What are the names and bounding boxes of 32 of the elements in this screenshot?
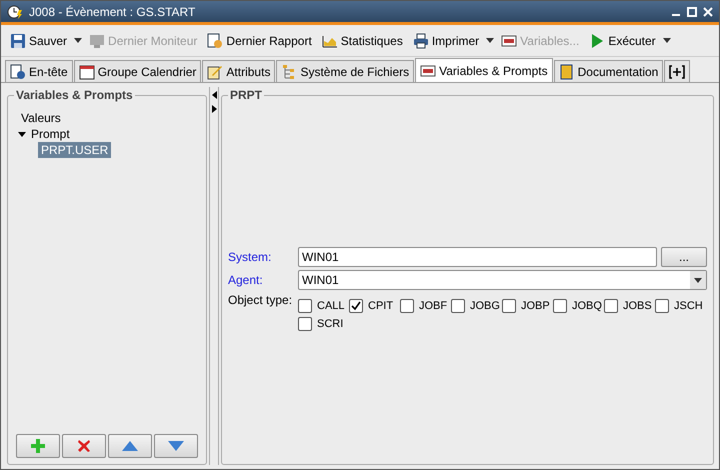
tree-item[interactable]: Prompt — [28, 126, 73, 142]
toolbar-button[interactable]: Imprimer — [410, 30, 482, 50]
field-label: System: — [228, 250, 272, 264]
panel-title: PRPT — [228, 88, 264, 102]
tab[interactable]: En-tête — [5, 60, 73, 82]
tab[interactable]: Système de Fichiers — [276, 60, 414, 82]
checkbox-label: JOBF — [419, 300, 448, 312]
browse-button[interactable]: ... — [661, 247, 707, 267]
field-label: Object type: — [228, 293, 294, 307]
checkbox-label: JSCH — [674, 300, 703, 312]
panel-title: Variables & Prompts — [14, 88, 135, 102]
system-field[interactable]: WIN01 — [298, 247, 657, 267]
agent-dropdown[interactable]: WIN01 — [298, 270, 707, 290]
checkbox-label: CPIT — [368, 300, 394, 312]
tree-item[interactable]: PRPT.USER — [38, 142, 112, 158]
field-label: Agent: — [228, 273, 264, 287]
window-title: J008 - Évènement : GS.START — [29, 4, 196, 18]
tree-item[interactable]: Valeurs — [18, 110, 64, 126]
tab[interactable]: Groupe Calendrier — [74, 60, 202, 82]
toolbar-button[interactable]: Sauver — [7, 30, 70, 50]
checkbox-label: JOBS — [623, 300, 652, 312]
toolbar-button[interactable]: Exécuter — [586, 30, 659, 50]
checkbox-label: CALL — [317, 300, 345, 312]
tab[interactable]: Variables & Prompts — [415, 58, 553, 82]
checkbox-label: JOBG — [470, 300, 500, 312]
tab[interactable]: Documentation — [554, 60, 664, 82]
checkbox-label: JOBQ — [572, 300, 602, 312]
toolbar-button[interactable]: Statistiques — [318, 30, 406, 50]
checkbox-label: SCRI — [317, 318, 344, 330]
checkbox-label: JOBP — [521, 300, 550, 312]
tab[interactable]: Attributs — [202, 60, 276, 82]
toolbar-button[interactable]: Dernier Rapport — [204, 30, 315, 50]
